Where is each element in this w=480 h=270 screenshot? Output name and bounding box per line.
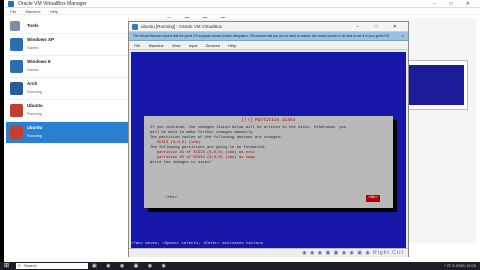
dialog-button-left[interactable]: <Yes> xyxy=(162,195,180,202)
vm-name: Windows XP xyxy=(27,37,54,42)
vm-state: Saved xyxy=(27,45,39,50)
vm-state: Running xyxy=(27,133,42,138)
manager-title: Oracle VM VirtualBox Manager xyxy=(18,1,87,7)
vm-menu-help[interactable]: Help xyxy=(228,43,236,48)
menu-file[interactable]: File xyxy=(10,9,16,14)
vm-list: Tools Windows XP Saved Windows 8 Saved A… xyxy=(6,18,129,243)
virtualbox-icon xyxy=(132,24,138,30)
virtualbox-icon xyxy=(8,1,14,7)
vm-menu-machine[interactable]: Machine xyxy=(149,43,164,48)
guest-screen[interactable]: [!!] Partition disks If you continue, th… xyxy=(131,52,406,248)
search-icon: ⌕ xyxy=(18,263,21,269)
dialog-body: If you continue, the changes listed belo… xyxy=(150,126,388,166)
vm-item-windows-xp[interactable]: Windows XP Saved xyxy=(6,34,128,56)
system-tray[interactable]: ^ ⊡ ⊙ ENG 12:00 xyxy=(444,263,476,268)
ubuntu-os-icon xyxy=(10,104,23,117)
vm-item-arch[interactable]: Arch Running xyxy=(6,78,128,100)
dialog-line: Write the changes to disks? xyxy=(150,161,212,165)
taskbar: ⊞ ⌕ Search ▣ ◉ ◉ ▣ ◉ ◉ ^ ⊡ ⊙ ENG 12:00 xyxy=(0,262,480,270)
vm-window: ubuntu [Running] - Oracle VM VirtualBox … xyxy=(128,21,409,257)
menu-machine[interactable]: Machine xyxy=(26,9,41,14)
vm-item-ubuntu-1[interactable]: Ubuntu Running xyxy=(6,100,128,122)
vm-window-menubar: File Machine View Input Devices Help xyxy=(129,41,408,50)
vm-window-titlebar: ubuntu [Running] - Oracle VM VirtualBox … xyxy=(129,22,408,32)
vm-menu-input[interactable]: Input xyxy=(189,43,198,48)
vm-menu-file[interactable]: File xyxy=(134,43,140,48)
dialog-title: [!!] Partition disks xyxy=(241,118,296,123)
menu-help[interactable]: Help xyxy=(50,9,58,14)
tools-icon xyxy=(10,21,20,31)
installer-key-hint: <Tab> moves; <Space> selects; <Enter> ac… xyxy=(131,242,264,246)
vm-menu-view[interactable]: View xyxy=(172,43,181,48)
tools-item[interactable]: Tools xyxy=(6,18,128,34)
tools-label: Tools xyxy=(27,23,39,28)
vm-name: ubuntu xyxy=(27,125,43,130)
vm-preview xyxy=(404,60,468,110)
vm-name: Ubuntu xyxy=(27,103,43,108)
arch-os-icon xyxy=(10,82,23,95)
ubuntu-os-icon xyxy=(10,126,23,139)
vm-name: Arch xyxy=(27,81,38,86)
vm-item-windows-8[interactable]: Windows 8 Saved xyxy=(6,56,128,78)
manager-titlebar: Oracle VM VirtualBox Manager – □ ✕ xyxy=(4,0,480,8)
manager-window-controls[interactable]: – □ ✕ xyxy=(433,0,476,8)
notice-text: The Virtual Machine reports that the gue… xyxy=(133,34,389,38)
windows-os-icon xyxy=(10,60,23,73)
vm-item-ubuntu-selected[interactable]: ubuntu Running xyxy=(6,122,128,144)
taskbar-app-icons[interactable]: ▣ ◉ ◉ ▣ ◉ ◉ xyxy=(92,263,170,269)
mouse-integration-notice: The Virtual Machine reports that the gue… xyxy=(129,32,408,41)
notice-close-icon[interactable]: ✕ xyxy=(401,32,404,40)
windows-start-icon[interactable]: ⊞ xyxy=(4,263,10,269)
vm-window-title: ubuntu [Running] - Oracle VM VirtualBox xyxy=(141,24,223,29)
taskbar-search-input[interactable]: ⌕ Search xyxy=(16,263,88,269)
vm-state: Running xyxy=(27,111,42,116)
vm-menu-devices[interactable]: Devices xyxy=(206,43,220,48)
vm-statusbar: ◉ ◉ ◉ ▣ ▣ ◉ ◉ ▣ ◉ Right Ctrl xyxy=(129,248,408,257)
vm-window-controls[interactable]: – □ ✕ xyxy=(356,22,404,32)
status-icons[interactable]: ◉ ◉ ◉ ▣ ▣ ◉ ◉ ▣ ◉ Right Ctrl xyxy=(302,250,404,256)
vm-state: Saved xyxy=(27,67,39,72)
search-placeholder: Search xyxy=(24,263,37,268)
vm-preview-screen xyxy=(409,65,464,105)
partition-disks-dialog: [!!] Partition disks If you continue, th… xyxy=(144,116,393,208)
manager-menubar: File Machine Help xyxy=(4,8,480,15)
vm-name: Windows 8 xyxy=(27,59,51,64)
dialog-button-right[interactable]: <No> xyxy=(366,195,380,202)
windows-os-icon xyxy=(10,38,23,51)
desktop: Oracle VM VirtualBox Manager – □ ✕ File … xyxy=(0,0,480,270)
vm-state: Running xyxy=(27,89,42,94)
